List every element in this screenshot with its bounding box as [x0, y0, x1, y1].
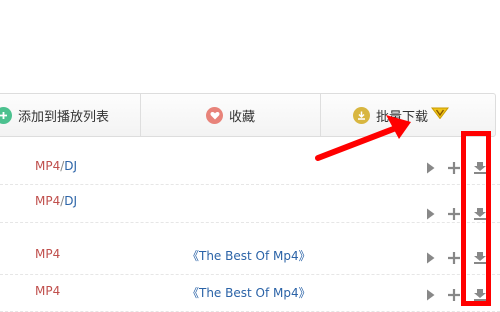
song-row[interactable]: MP4/DJ	[0, 185, 500, 223]
favorite-button[interactable]: 收藏	[206, 94, 255, 136]
toolbar-divider	[140, 94, 141, 136]
song-row[interactable]: MP4/DJ	[0, 147, 500, 185]
format-label: MP4/DJ	[35, 159, 77, 173]
format-label: MP4/DJ	[35, 194, 77, 208]
format-extra: DJ	[64, 194, 78, 208]
highlight-box	[461, 131, 491, 306]
heart-icon	[206, 106, 223, 124]
favorite-label: 收藏	[229, 109, 256, 125]
song-toolbar: 添加到播放列表 收藏 批量下载	[0, 93, 496, 137]
vip-diamond-icon	[431, 107, 450, 123]
play-icon[interactable]	[426, 205, 435, 224]
format-label: MP4	[35, 247, 60, 261]
plus-icon[interactable]	[448, 159, 460, 178]
plus-icon[interactable]	[448, 249, 460, 268]
format-main: MP4	[35, 194, 61, 208]
download-circle-icon	[353, 106, 370, 124]
add-to-playlist-label: 添加到播放列表	[18, 109, 110, 125]
format-extra: DJ	[64, 159, 78, 173]
plus-circle-icon	[0, 106, 12, 124]
batch-download-button[interactable]: 批量下载	[353, 94, 450, 136]
add-to-playlist-button[interactable]: 添加到播放列表	[0, 94, 109, 136]
play-icon[interactable]	[426, 286, 435, 305]
plus-icon[interactable]	[448, 286, 460, 305]
batch-download-label: 批量下载	[376, 109, 429, 125]
format-label: MP4	[35, 284, 60, 298]
album-link[interactable]: 《The Best Of Mp4》	[187, 284, 311, 301]
song-row[interactable]: MP4 《The Best Of Mp4》	[0, 274, 500, 312]
format-main: MP4	[35, 159, 61, 173]
format-main: MP4	[35, 284, 61, 298]
play-icon[interactable]	[426, 159, 435, 178]
song-row[interactable]: MP4 《The Best Of Mp4》	[0, 237, 500, 275]
album-link[interactable]: 《The Best Of Mp4》	[187, 247, 311, 264]
format-main: MP4	[35, 247, 61, 261]
plus-icon[interactable]	[448, 205, 460, 224]
toolbar-divider	[320, 94, 321, 136]
play-icon[interactable]	[426, 249, 435, 268]
